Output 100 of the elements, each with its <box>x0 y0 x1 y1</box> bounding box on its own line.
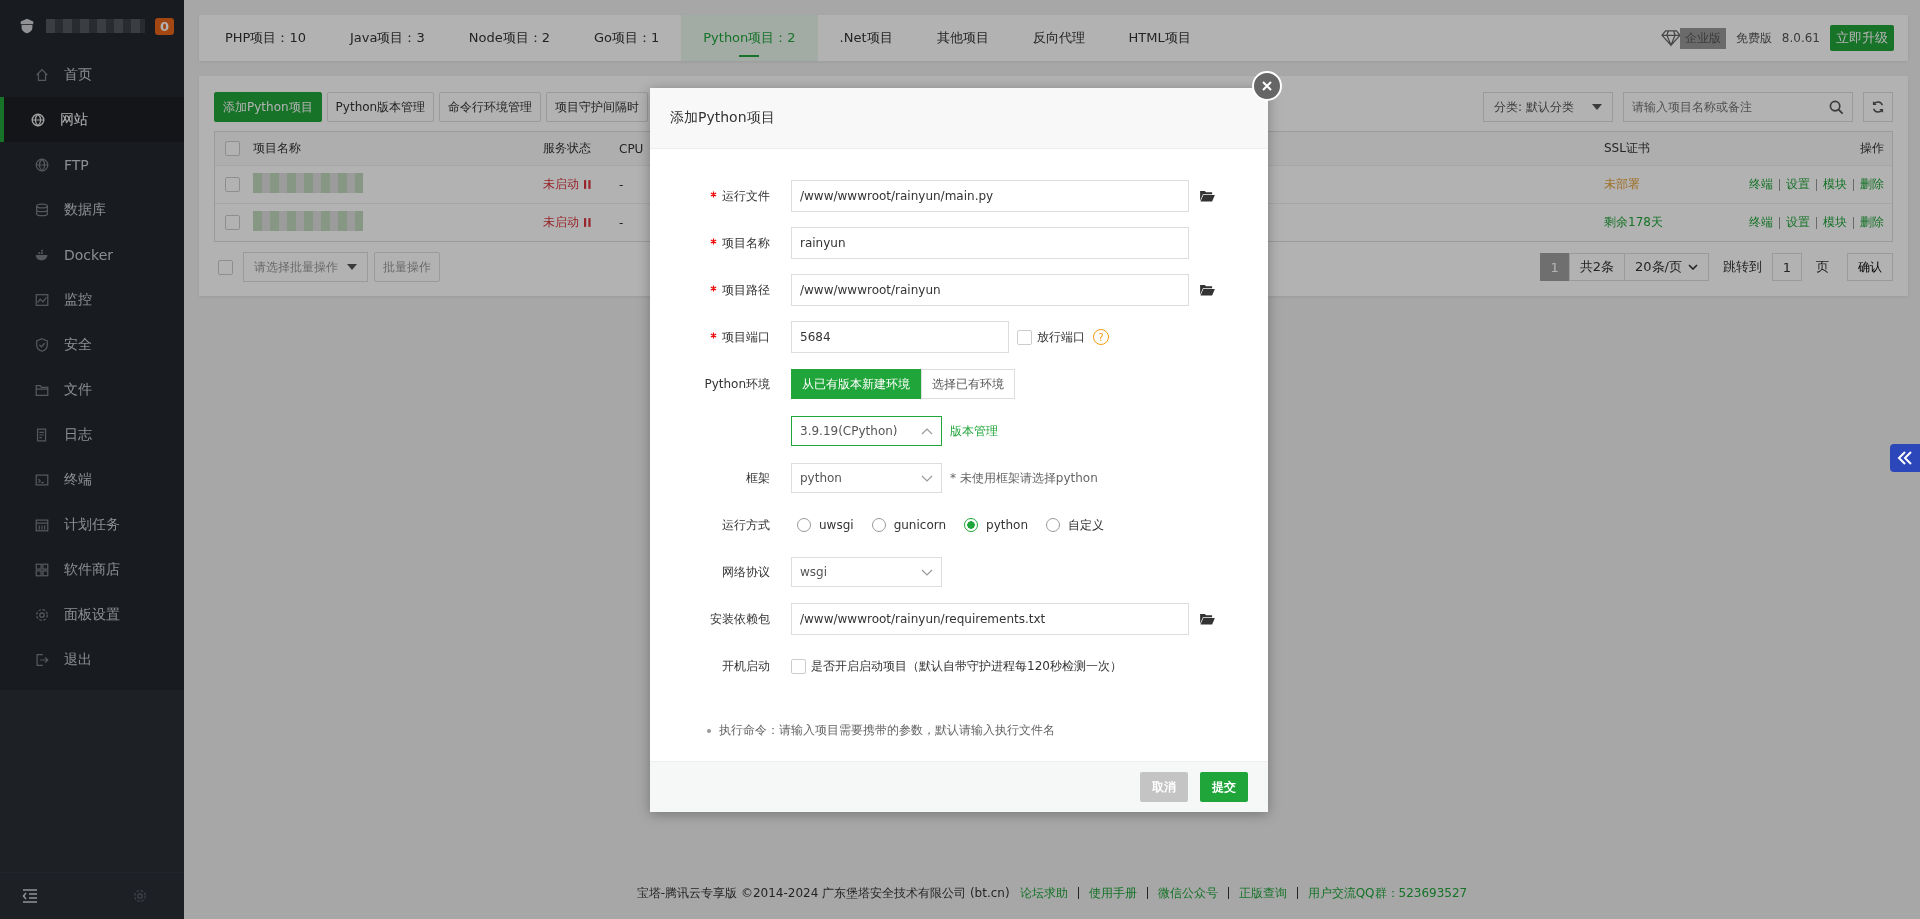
project-tab[interactable]: .Net项目 <box>817 15 915 61</box>
page-input[interactable]: 1 <box>1772 253 1802 281</box>
ssl-status: 剩余178天 <box>1604 214 1664 231</box>
sidebar-item[interactable]: 监控 <box>0 277 184 322</box>
gear-icon <box>34 606 50 623</box>
home-icon <box>34 66 50 83</box>
shield-icon <box>34 336 50 353</box>
status-label[interactable]: 未启动 <box>543 214 591 231</box>
page-size-dropdown[interactable]: 20条/页 <box>1624 253 1709 281</box>
row-checkbox[interactable] <box>225 177 240 192</box>
toolbar-button[interactable]: Python版本管理 <box>326 92 435 122</box>
toolbar-button[interactable]: 添加Python项目 <box>214 92 322 122</box>
notification-badge[interactable]: 0 <box>154 17 174 35</box>
action-link[interactable]: 删除 <box>1860 176 1884 193</box>
status-label[interactable]: 未启动 <box>543 176 591 193</box>
select-all-checkbox[interactable] <box>218 259 233 275</box>
radio-label[interactable]: python <box>986 518 1029 532</box>
checkbox[interactable] <box>1017 329 1032 345</box>
copyright-text: 宝塔-腾讯云专享版 ©2014-2024 广东堡塔安全技术有限公司 (bt.cn) <box>636 884 1010 902</box>
sidebar-item[interactable]: 日志 <box>0 412 184 457</box>
input-field[interactable]: /www/wwwroot/rainyun/requirements.txt <box>791 603 1189 635</box>
expand-panel-button[interactable] <box>1890 444 1920 472</box>
field-label: 网络协议 <box>722 564 770 579</box>
search-icon[interactable] <box>1829 100 1844 115</box>
dropdown[interactable]: wsgi <box>791 557 942 587</box>
plan-label: 免费版 <box>1735 29 1772 47</box>
action-link[interactable]: 模块 <box>1823 176 1847 193</box>
radio-button[interactable] <box>964 518 979 532</box>
action-link[interactable]: 终端 <box>1749 176 1773 193</box>
dialog-title: 添加Python项目 <box>670 109 775 127</box>
field-label: 项目端口 <box>710 329 770 344</box>
database-icon <box>34 201 50 218</box>
close-icon <box>1261 80 1273 92</box>
sidebar-item[interactable]: 终端 <box>0 457 184 502</box>
radio-label[interactable]: 自定义 <box>1068 516 1105 534</box>
column-header: 服务状态 <box>543 140 592 157</box>
folder-icon[interactable] <box>1200 613 1215 625</box>
folder-icon[interactable] <box>1200 190 1215 202</box>
chevron-down-icon <box>1688 264 1698 270</box>
project-tab[interactable]: 反向代理 <box>1010 15 1107 61</box>
action-link[interactable]: 设置 <box>1786 176 1810 193</box>
radio-label[interactable]: gunicorn <box>893 518 947 532</box>
sidebar-item[interactable]: FTP <box>0 142 184 187</box>
segment-button[interactable]: 从已有版本新建环境 <box>791 369 921 399</box>
project-tab[interactable]: PHP项目：10 <box>203 15 328 61</box>
input-field[interactable]: rainyun <box>791 227 1189 259</box>
project-tab[interactable]: Node项目：2 <box>446 15 572 61</box>
sidebar-item[interactable]: 数据库 <box>0 187 184 232</box>
dropdown[interactable]: python <box>791 463 942 493</box>
sidebar-item[interactable]: 安全 <box>0 322 184 367</box>
refresh-button[interactable] <box>1863 92 1893 122</box>
ssl-status: 未部署 <box>1604 176 1641 193</box>
sidebar-item[interactable]: 网站 <box>0 97 184 142</box>
field-label: 运行文件 <box>710 188 770 203</box>
select-all-checkbox[interactable] <box>225 141 240 156</box>
column-header: 操作 <box>1859 140 1884 157</box>
sidebar-item[interactable]: 文件 <box>0 367 184 412</box>
input-field[interactable]: /www/wwwroot/rainyun <box>791 274 1189 306</box>
total-count: 共2条 <box>1568 253 1626 281</box>
action-link[interactable]: 模块 <box>1823 214 1847 231</box>
sidebar-item[interactable]: Docker <box>0 232 184 277</box>
checkbox[interactable] <box>791 658 806 674</box>
dialog-button[interactable]: 提交 <box>1200 772 1248 802</box>
checkbox-label[interactable]: 是否开启启动项目（默认自带守护进程每120秒检测一次） <box>811 657 1122 675</box>
category-dropdown[interactable]: 分类: 默认分类 <box>1483 92 1613 122</box>
toolbar-button[interactable]: 项目守护间隔时 <box>546 92 649 122</box>
settings-icon[interactable] <box>132 888 148 904</box>
input-field[interactable]: /www/wwwroot/rainyun/main.py <box>791 180 1189 212</box>
action-link[interactable]: 设置 <box>1786 214 1810 231</box>
field-label: Python环境 <box>704 376 770 391</box>
project-tab[interactable]: 其他项目 <box>914 15 1011 61</box>
sidebar-item[interactable]: 软件商店 <box>0 547 184 592</box>
sidebar-item[interactable]: 面板设置 <box>0 592 184 637</box>
version-manage-link[interactable]: 版本管理 <box>950 422 998 440</box>
required-asterisk-icon <box>710 331 717 339</box>
checkbox-label[interactable]: 放行端口 <box>1037 328 1085 346</box>
exit-icon <box>34 651 50 668</box>
action-link[interactable]: 删除 <box>1860 214 1884 231</box>
radio-label[interactable]: uwsgi <box>819 518 854 532</box>
sidebar-item[interactable]: 退出 <box>0 637 184 682</box>
dropdown[interactable]: 3.9.19(CPython) <box>791 416 942 446</box>
upgrade-button[interactable]: 立即升级 <box>1830 25 1894 51</box>
sidebar-item[interactable]: 计划任务 <box>0 502 184 547</box>
project-tab[interactable]: HTML项目 <box>1106 15 1213 61</box>
search-field[interactable]: 请输入项目名称或备注 <box>1623 92 1853 122</box>
project-tab[interactable]: Java项目：3 <box>328 15 447 61</box>
collapse-menu-icon[interactable] <box>22 888 38 904</box>
sidebar-item[interactable]: 首页 <box>0 52 184 97</box>
segment-button[interactable]: 选择已有环境 <box>921 369 1015 399</box>
confirm-button[interactable]: 确认 <box>1847 253 1893 281</box>
toolbar-button[interactable]: 命令行环境管理 <box>439 92 542 122</box>
row-checkbox[interactable] <box>225 215 240 230</box>
folder-icon[interactable] <box>1200 284 1215 296</box>
diamond-icon <box>1659 29 1682 47</box>
field-label: 项目路径 <box>710 282 770 297</box>
action-link[interactable]: 终端 <box>1749 214 1773 231</box>
pause-icon <box>584 218 591 227</box>
input-field[interactable]: 5684 <box>791 321 1009 353</box>
project-tab[interactable]: Go项目：1 <box>571 15 682 61</box>
column-header: CPU <box>619 141 645 156</box>
